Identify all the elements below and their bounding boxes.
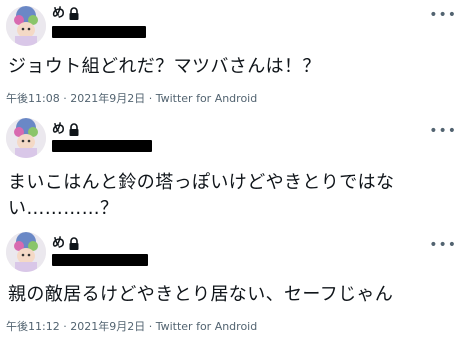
display-name[interactable]: め — [52, 236, 65, 251]
lock-icon — [68, 237, 80, 250]
tweet-source[interactable]: Twitter for Android — [156, 320, 258, 333]
tweet-source[interactable]: Twitter for Android — [156, 92, 258, 105]
display-name[interactable]: め — [52, 6, 65, 21]
avatar[interactable] — [6, 6, 46, 46]
separator: · — [63, 92, 67, 105]
separator: · — [148, 320, 153, 333]
avatar[interactable] — [6, 118, 46, 158]
tweet-meta: 午後11:08 · 2021年9月2日 · Twitter for Androi… — [6, 92, 257, 106]
more-options-icon[interactable]: ••• — [429, 8, 457, 22]
more-options-icon[interactable]: ••• — [429, 124, 457, 138]
separator: · — [63, 320, 67, 333]
avatar[interactable] — [6, 232, 46, 272]
handle-redacted — [52, 26, 146, 38]
tweet-time[interactable]: 午後11:12 — [6, 320, 60, 333]
tweet-2[interactable]: め ••• まいこはんと鈴の塔っぽいけどやきとりではない…………？ — [0, 114, 469, 226]
tweet-1[interactable]: め ••• ジョウト組どれだ？マツバさんは！？ 午後11:08 · 2021年9… — [0, 0, 469, 112]
lock-icon — [68, 123, 80, 136]
tweet-text: 親の敵居るけどやきとり居ない、セーフじゃん — [8, 284, 394, 305]
handle-redacted — [52, 140, 152, 152]
tweet-meta: 午後11:12 · 2021年9月2日 · Twitter for Androi… — [6, 320, 257, 334]
handle-redacted — [52, 254, 148, 266]
tweet-text: まいこはんと鈴の塔っぽいけどやきとりではない…………？ — [8, 172, 395, 219]
tweet-text: ジョウト組どれだ？マツバさんは！？ — [8, 56, 321, 77]
tweet-date[interactable]: 2021年9月2日 — [70, 320, 145, 333]
tweet-time[interactable]: 午後11:08 — [6, 92, 60, 105]
tweet-3[interactable]: め ••• 親の敵居るけどやきとり居ない、セーフじゃん 午後11:12 · 20… — [0, 228, 469, 344]
tweet-date[interactable]: 2021年9月2日 — [70, 92, 145, 105]
separator: · — [148, 92, 153, 105]
more-options-icon[interactable]: ••• — [429, 238, 457, 252]
lock-icon — [68, 7, 80, 20]
display-name[interactable]: め — [52, 122, 65, 137]
